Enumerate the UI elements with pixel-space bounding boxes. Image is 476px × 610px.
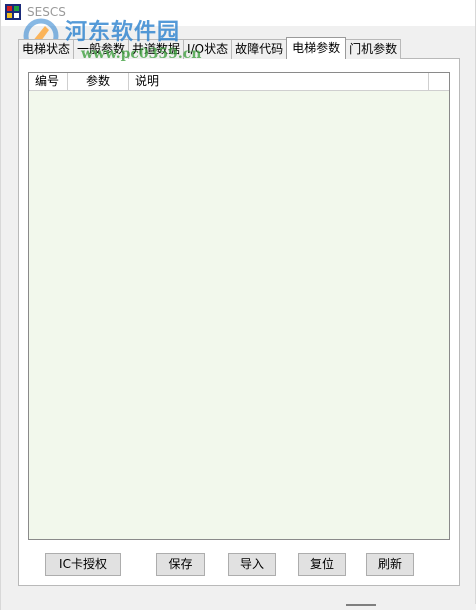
- button-bar: IC卡授权 保存 导入 复位 刷新: [1, 553, 476, 577]
- save-button[interactable]: 保存: [156, 553, 205, 576]
- window-bottom-mark: [346, 604, 376, 606]
- watermark-name: 河东软件园: [65, 19, 181, 45]
- refresh-button[interactable]: 刷新: [366, 553, 414, 576]
- window-bottom-edge: [1, 604, 476, 610]
- watermark-url: www.pc0359.cn: [81, 46, 202, 62]
- tab-elevator-params[interactable]: 电梯参数: [286, 37, 347, 59]
- column-header-parameter[interactable]: 参数: [68, 73, 129, 90]
- list-header: 编号 参数 说明: [29, 73, 449, 91]
- app-window: SESCS 河东软件园 www.pc0359.cn 电梯状态 一般参数 井道数据…: [0, 0, 476, 610]
- ic-card-auth-button[interactable]: IC卡授权: [45, 553, 121, 576]
- column-header-filler: [429, 73, 449, 90]
- reset-button[interactable]: 复位: [298, 553, 346, 576]
- tab-fault-codes[interactable]: 故障代码: [231, 39, 288, 59]
- column-header-description[interactable]: 说明: [129, 73, 429, 90]
- tab-door-params[interactable]: 门机参数: [345, 39, 402, 59]
- parameter-list[interactable]: 编号 参数 说明: [28, 72, 450, 540]
- import-button[interactable]: 导入: [228, 553, 276, 576]
- column-header-number[interactable]: 编号: [29, 73, 68, 90]
